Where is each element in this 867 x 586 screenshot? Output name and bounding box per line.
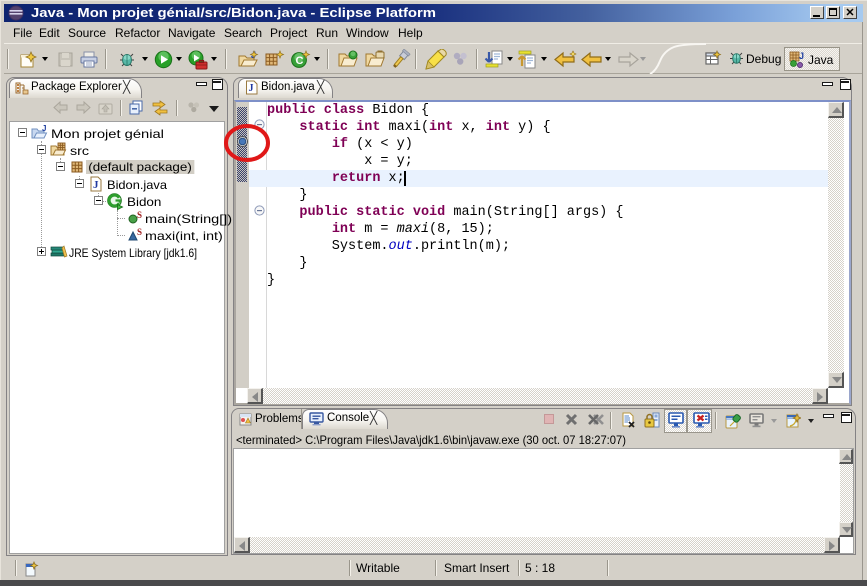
svg-text:J: J: [42, 125, 46, 133]
svg-text:S: S: [137, 210, 142, 220]
svg-text:S: S: [137, 227, 142, 237]
svg-text:J: J: [799, 51, 804, 61]
svg-text:J: J: [93, 179, 99, 191]
svg-text:C: C: [296, 55, 304, 67]
svg-text:J: J: [249, 83, 254, 94]
